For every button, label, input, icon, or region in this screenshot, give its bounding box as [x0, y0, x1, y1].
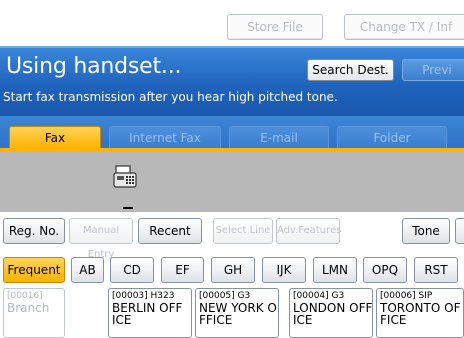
index-tab-ab[interactable]: AB	[71, 257, 104, 283]
destination-card-berlin[interactable]: [00003] H323 BERLIN OFF ICE	[108, 288, 192, 338]
tone-button[interactable]: Tone	[402, 218, 450, 244]
tab-folder[interactable]: Folder	[337, 126, 447, 148]
adv-features-button[interactable]: Adv.Features	[276, 218, 341, 244]
index-tab-ef[interactable]: EF	[161, 257, 204, 283]
page-title: Using handset...	[6, 54, 182, 79]
destination-name: BERLIN OFF ICE	[112, 301, 183, 327]
destination-name: NEW YORK O FFICE	[199, 301, 277, 327]
tab-e-mail[interactable]: E-mail	[229, 126, 329, 148]
tab-fax[interactable]: Fax	[9, 126, 101, 148]
recent-button[interactable]: Recent	[138, 218, 202, 244]
store-file-button[interactable]: Store File	[227, 14, 323, 40]
index-tab-frequent[interactable]: Frequent	[3, 257, 65, 283]
search-dest-button[interactable]: Search Dest.	[307, 59, 394, 81]
preview-button[interactable]: Previ	[402, 59, 464, 81]
destination-name: TORONTO OF FICE	[380, 301, 461, 327]
index-tab-gh[interactable]: GH	[211, 257, 255, 283]
fax-machine-icon	[112, 164, 138, 190]
destination-card-new-york[interactable]: [00005] G3 NEW YORK O FFICE	[195, 288, 279, 338]
destination-card-branch[interactable]: [00016] Branch	[3, 288, 65, 338]
destination-name: LONDON OFF ICE	[293, 301, 373, 327]
status-message: Start fax transmission after you hear hi…	[3, 90, 338, 104]
index-tab-opq[interactable]: OPQ	[363, 257, 407, 283]
input-cursor	[123, 207, 133, 209]
select-line-button[interactable]: Select Line	[213, 218, 273, 244]
pause-button[interactable]	[455, 218, 464, 244]
destination-card-toronto[interactable]: [00006] SIP TORONTO OF FICE	[376, 288, 464, 338]
index-tab-rst[interactable]: RST	[414, 257, 458, 283]
reg-no-button[interactable]: Reg. No.	[3, 218, 65, 244]
index-tab-ijk[interactable]: IJK	[262, 257, 306, 283]
index-tab-lmn[interactable]: LMN	[313, 257, 357, 283]
destination-field	[0, 152, 464, 212]
destination-card-london[interactable]: [00004] G3 LONDON OFF ICE	[289, 288, 373, 338]
change-tx-info-button[interactable]: Change TX / Inf	[344, 14, 464, 40]
index-tab-cd[interactable]: CD	[110, 257, 154, 283]
tab-internet-fax[interactable]: Internet Fax	[109, 126, 221, 148]
destination-name: Branch	[7, 301, 50, 315]
manual-entry-button[interactable]: Manual Entry	[69, 218, 133, 260]
